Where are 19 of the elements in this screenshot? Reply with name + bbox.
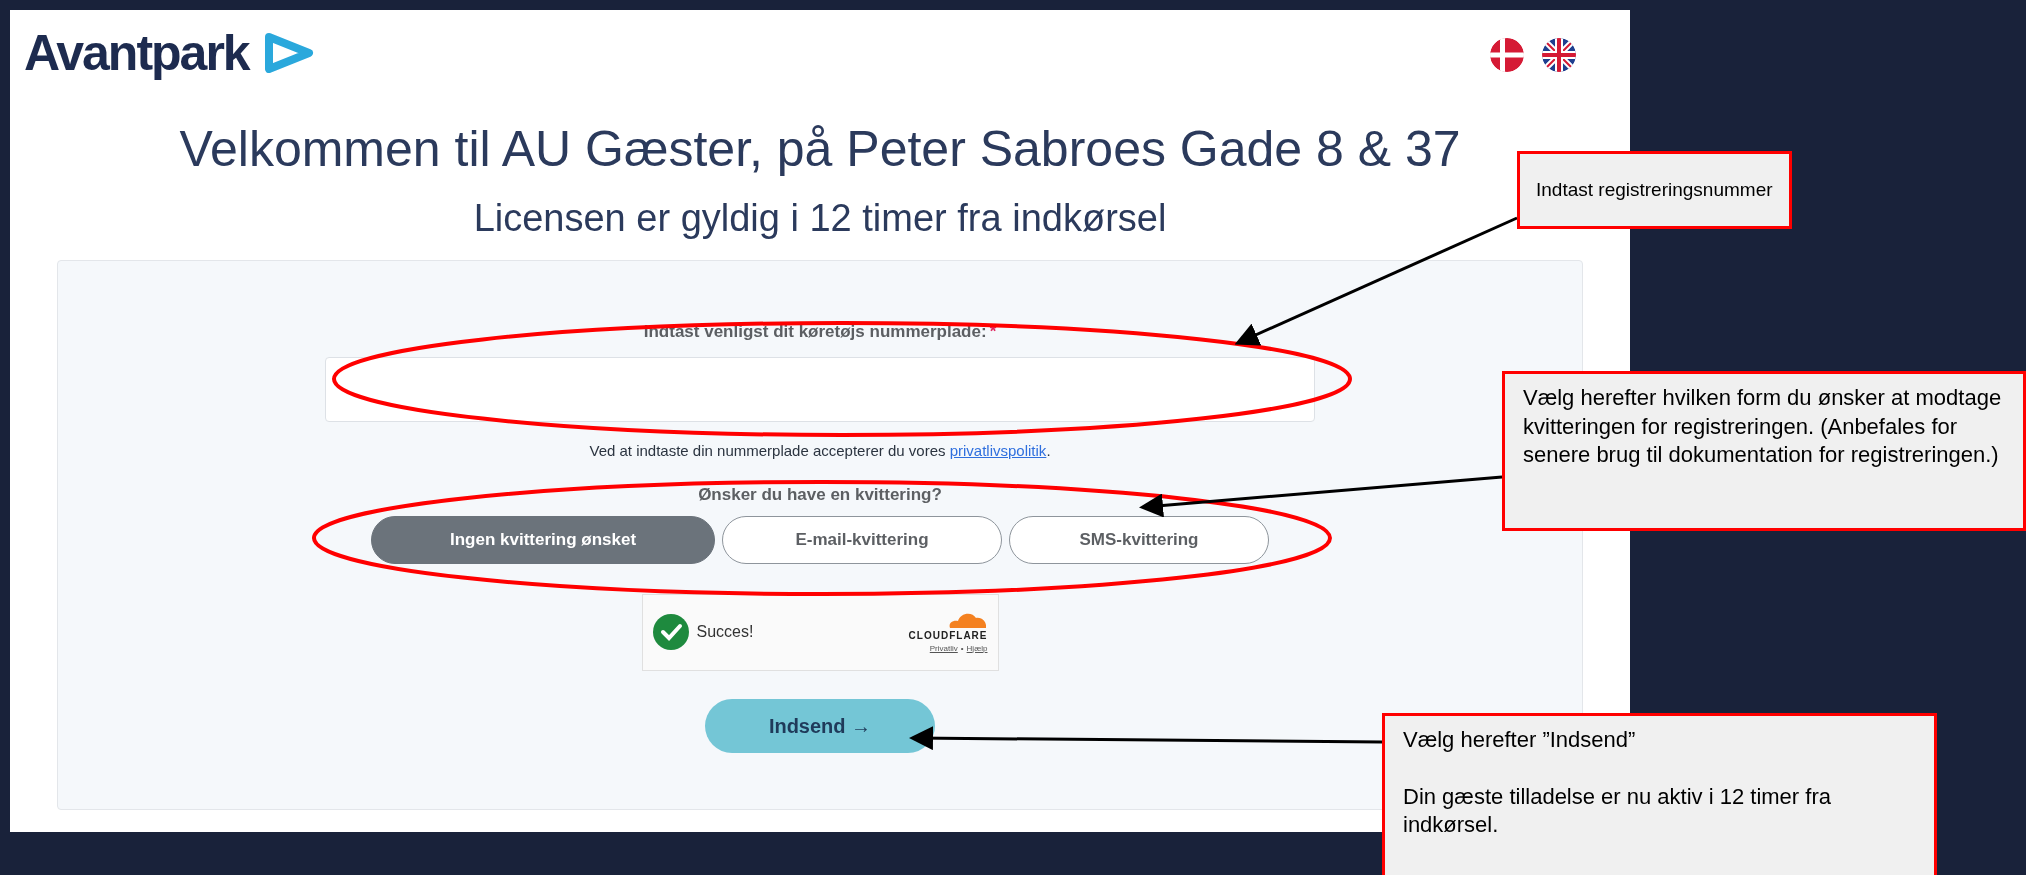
annotation-callout: Vælg herefter hvilken form du ønsker at modtage kvitteringen for registreringen. (Anbefales for senere brug til dokumentation for registreringen.): [1502, 371, 2026, 531]
privacy-policy-link[interactable]: privatlivspolitik: [949, 441, 1047, 459]
annotation-note: Din gæste tilladelse er nu aktiv i 12 timer fra indkørsel.: [1403, 782, 1832, 840]
receipt-option-button[interactable]: SMS-kvittering: [1009, 515, 1269, 564]
cloudflare-wordmark: CLOUDFLARE: [908, 628, 988, 643]
page-subtitle: Licensen er gyldig i 12 timer fra indkørsel: [473, 195, 1167, 241]
receipt-option-button[interactable]: E-mail-kvittering: [722, 515, 1002, 564]
submit-button[interactable]: Indsend →: [705, 698, 935, 753]
receipt-question: Ønsker du have en kvittering?: [698, 484, 942, 506]
captcha-privacy-link[interactable]: Privatliv: [929, 642, 958, 655]
link-separator: •: [960, 642, 964, 655]
logo-wordmark: Avantpark: [24, 28, 249, 78]
captcha-status: Succes!: [696, 622, 754, 642]
receipt-option-button[interactable]: Ingen kvittering ønsket: [371, 515, 715, 564]
page-title: Velkommen til AU Gæster, på Peter Sabroes Gade 8 & 37: [179, 120, 1461, 179]
annotation-text: Vælg herefter ”Indsend”: [1403, 726, 1637, 754]
consent-text: Ved at indtaste din nummerplade accepterer du vores privatlivspolitik.: [589, 440, 1051, 461]
annotation-callout: Indtast registreringsnummer: [1517, 151, 1792, 229]
captcha-help-link[interactable]: Hjælp: [966, 642, 988, 655]
